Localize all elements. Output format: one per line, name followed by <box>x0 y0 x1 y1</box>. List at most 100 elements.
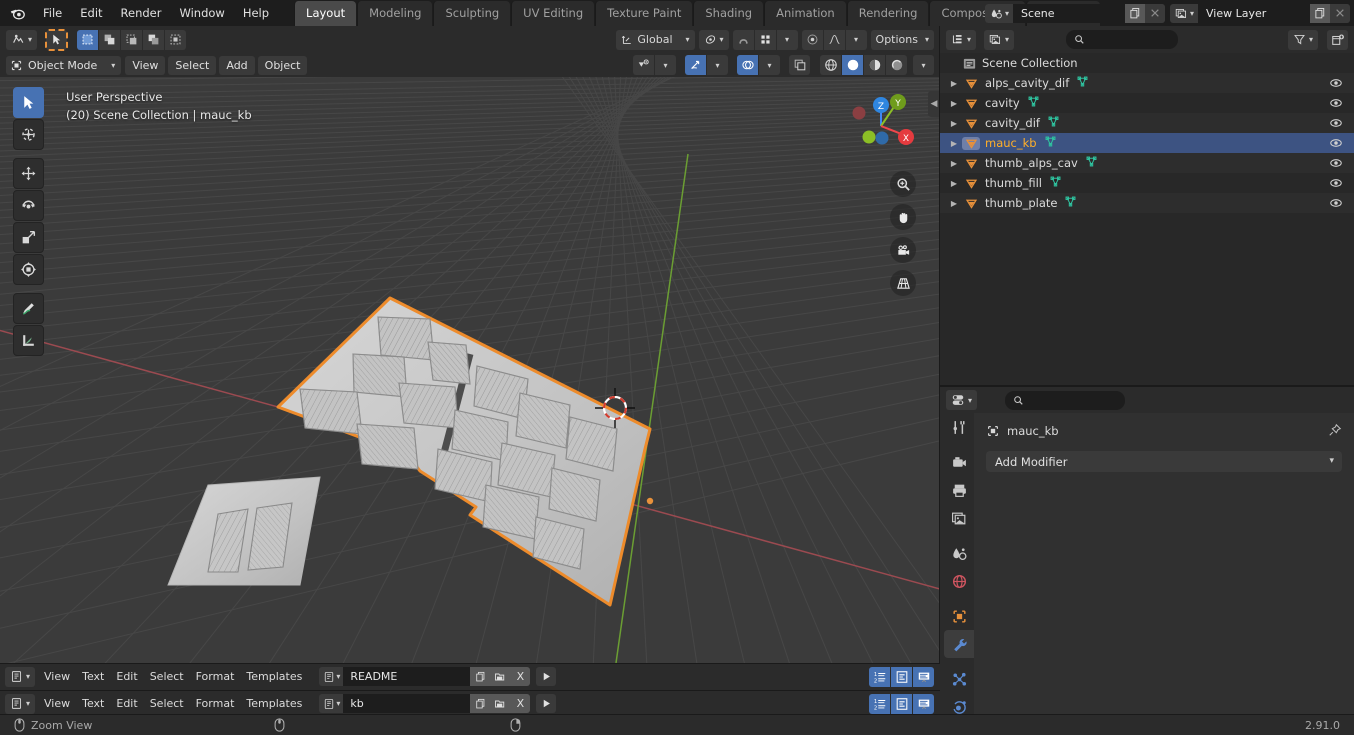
properties-tab-tool[interactable] <box>944 413 974 441</box>
viewport-options-dropdown[interactable]: Options ▾ <box>870 29 934 50</box>
transform-tool[interactable] <box>13 254 44 285</box>
outliner-display-mode-icon[interactable]: ▾ <box>984 29 1015 50</box>
new-scene-icon[interactable] <box>1124 3 1145 23</box>
outliner-row-alps_cavity_dif[interactable]: ▶ alps_cavity_dif <box>940 73 1354 93</box>
rotate-tool[interactable] <box>13 190 44 221</box>
view-layer-icon[interactable]: ▾ <box>1169 3 1198 23</box>
word-wrap-icon-2[interactable] <box>891 693 912 714</box>
text-editor-1-menu-format[interactable]: Format <box>190 667 241 686</box>
visibility-eye-icon[interactable] <box>1329 156 1343 173</box>
overlays-icon[interactable] <box>737 55 758 75</box>
text-datablock-icon[interactable]: ▾ <box>319 667 344 686</box>
snap-magnet-icon[interactable] <box>732 29 754 50</box>
properties-tab-particles[interactable] <box>944 665 974 693</box>
scene-icon[interactable]: ▾ <box>984 3 1013 23</box>
editor-type-text-icon-2[interactable]: ▾ <box>5 693 36 714</box>
select-invert-icon[interactable] <box>143 29 165 50</box>
properties-search-input[interactable] <box>1005 390 1126 410</box>
overlays-dropdown-chevron-icon[interactable]: ▾ <box>759 55 780 75</box>
disclosure-triangle-icon[interactable]: ▶ <box>946 99 962 108</box>
text-editor-2-datablock[interactable]: ▾ kb X <box>319 694 531 713</box>
top-menu-help[interactable]: Help <box>234 3 278 23</box>
syntax-highlight-icon[interactable] <box>913 666 934 687</box>
mesh-data-icon[interactable] <box>1085 155 1098 171</box>
shading-material-icon[interactable] <box>864 55 885 75</box>
disclosure-triangle-icon[interactable]: ▶ <box>946 179 962 188</box>
scene-name-field[interactable]: Scene <box>1012 3 1125 23</box>
shading-rendered-icon[interactable] <box>886 55 907 75</box>
text-editor-2-menu-templates[interactable]: Templates <box>240 694 308 713</box>
workspace-tab-texture-paint[interactable]: Texture Paint <box>595 1 693 26</box>
workspace-tab-shading[interactable]: Shading <box>693 1 764 26</box>
pivot-point-dropdown[interactable]: ▾ <box>698 29 729 50</box>
zoom-icon[interactable] <box>890 171 916 197</box>
blender-logo-icon[interactable] <box>0 0 34 26</box>
annotate-tool[interactable] <box>13 293 44 324</box>
disclosure-triangle-icon[interactable]: ▶ <box>946 79 962 88</box>
outliner-row-mauc_kb[interactable]: ▶ mauc_kb <box>940 133 1354 153</box>
cursor-tool[interactable] <box>13 119 44 150</box>
properties-tab-modifier[interactable] <box>944 630 974 658</box>
scale-tool[interactable] <box>13 222 44 253</box>
outliner-row-thumb_plate[interactable]: ▶ thumb_plate <box>940 193 1354 213</box>
outliner-row-thumb_fill[interactable]: ▶ thumb_fill <box>940 173 1354 193</box>
object-visibility-icon[interactable] <box>633 55 654 75</box>
line-numbers-icon[interactable]: 1 2 <box>869 666 890 687</box>
text-editor-1-datablock[interactable]: ▾ README X <box>319 667 531 686</box>
view-layer-name-field[interactable]: View Layer <box>1198 3 1310 23</box>
workspace-tab-rendering[interactable]: Rendering <box>846 1 929 26</box>
viewport-menu-add[interactable]: Add <box>219 55 255 75</box>
run-script-icon[interactable] <box>536 667 557 686</box>
select-box-tool[interactable] <box>13 87 44 118</box>
outliner-row-cavity_dif[interactable]: ▶ cavity_dif <box>940 113 1354 133</box>
viewport-menu-object[interactable]: Object <box>257 55 308 75</box>
mesh-data-icon[interactable] <box>1047 115 1060 131</box>
top-menu-edit[interactable]: Edit <box>71 3 111 23</box>
text-editor-2-menu-view[interactable]: View <box>38 694 76 713</box>
select-extend-icon[interactable] <box>99 29 121 50</box>
mesh-data-icon[interactable] <box>1076 75 1089 91</box>
outliner-panel[interactable]: Scene Collection ▶ alps_cavity_dif ▶ cavity… <box>940 53 1354 386</box>
mesh-data-icon[interactable] <box>1044 135 1057 151</box>
disclosure-triangle-icon[interactable]: ▶ <box>946 159 962 168</box>
run-script-icon-2[interactable] <box>536 694 557 713</box>
disclosure-triangle-icon[interactable]: ▶ <box>946 199 962 208</box>
workspace-tab-sculpting[interactable]: Sculpting <box>433 1 511 26</box>
mesh-data-icon[interactable] <box>1027 95 1040 111</box>
outliner-search-input[interactable] <box>1066 30 1179 49</box>
new-collection-icon[interactable] <box>1327 29 1349 50</box>
navigation-gizmo[interactable]: Z Y X <box>842 87 920 165</box>
scene-selector[interactable]: ▾ Scene <box>984 3 1165 23</box>
editor-type-outliner-icon[interactable]: ▾ <box>946 29 977 50</box>
pin-icon[interactable] <box>1328 423 1342 437</box>
outliner-row-thumb_alps_cav[interactable]: ▶ thumb_alps_cav <box>940 153 1354 173</box>
unlink-x-icon[interactable]: X <box>510 667 531 686</box>
unlink-x-icon-2[interactable]: X <box>510 694 531 713</box>
workspace-tab-modeling[interactable]: Modeling <box>357 1 433 26</box>
disclosure-triangle-icon[interactable]: ▶ <box>946 139 962 148</box>
new-text-icon[interactable] <box>470 667 491 686</box>
filter-funnel-icon[interactable]: ▾ <box>1288 29 1319 50</box>
falloff-dropdown-chevron-icon[interactable]: ▾ <box>845 29 867 50</box>
text-editor-2-menu-format[interactable]: Format <box>190 694 241 713</box>
text-editor-2-menu-edit[interactable]: Edit <box>110 694 143 713</box>
hand-icon[interactable] <box>890 204 916 230</box>
viewport-menu-select[interactable]: Select <box>168 55 217 75</box>
text-editor-1-menu-text[interactable]: Text <box>76 667 110 686</box>
view-layer-selector[interactable]: ▾ View Layer <box>1169 3 1350 23</box>
word-wrap-icon[interactable] <box>891 666 912 687</box>
select-intersect-icon[interactable] <box>165 29 187 50</box>
snap-increment-icon[interactable] <box>754 29 776 50</box>
camera-icon[interactable] <box>890 237 916 263</box>
properties-tab-view-layer[interactable] <box>944 504 974 532</box>
top-menu-window[interactable]: Window <box>170 3 233 23</box>
proportional-falloff-icon[interactable] <box>823 29 845 50</box>
delete-view-layer-icon[interactable] <box>1330 3 1350 23</box>
visibility-eye-icon[interactable] <box>1329 76 1343 93</box>
top-menu-render[interactable]: Render <box>112 3 171 23</box>
visibility-eye-icon[interactable] <box>1329 116 1343 133</box>
workspace-tab-layout[interactable]: Layout <box>294 1 357 26</box>
properties-tab-render[interactable] <box>944 448 974 476</box>
properties-tab-output[interactable] <box>944 476 974 504</box>
properties-tab-scene[interactable] <box>944 539 974 567</box>
